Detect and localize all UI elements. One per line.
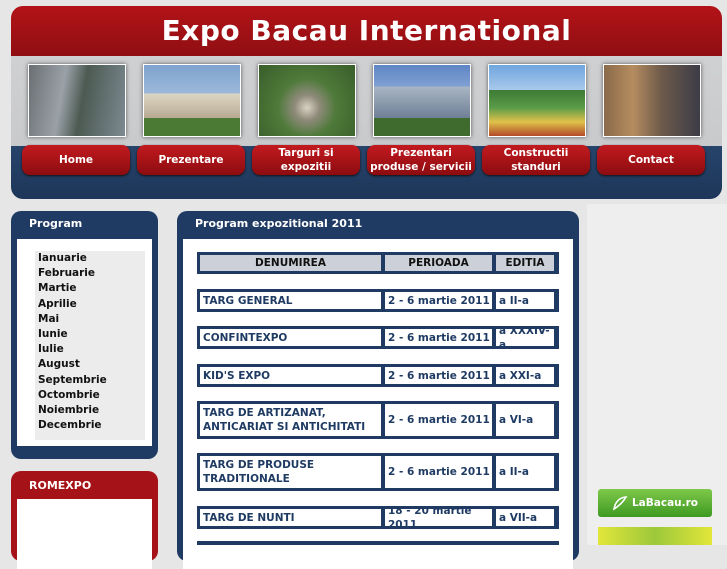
month-link[interactable]: Ianuarie	[35, 251, 145, 266]
event-edition: a XXI-a	[495, 366, 555, 385]
event-edition: a II-a	[495, 291, 555, 310]
nav-prezentare-button[interactable]: Prezentare	[137, 145, 245, 175]
header-denumirea: DENUMIREA	[199, 254, 382, 272]
table-header-row: DENUMIREA PERIOADA EDITIA	[197, 252, 559, 274]
nav-targuri-label: Targuri si expozitii	[278, 147, 334, 173]
event-name: KID'S EXPO	[199, 366, 382, 385]
leaf-icon	[612, 496, 628, 511]
program-panel: Program expozitional Ianuarie Februarie …	[11, 211, 158, 459]
header-perioada: PERIOADA	[384, 254, 493, 272]
main-panel-title: Program expozitional 2011	[195, 217, 363, 230]
month-link[interactable]: Octombrie	[35, 388, 145, 403]
table-next-row-edge	[197, 541, 559, 545]
event-period: 18 - 20 martie 2011	[384, 505, 493, 531]
nav-contact-label: Contact	[628, 154, 674, 166]
event-edition: a II-a	[495, 455, 555, 489]
park-aerial-photo[interactable]	[258, 64, 356, 137]
event-period: 2 - 6 martie 2011	[384, 328, 493, 347]
table-row[interactable]: TARG GENERAL 2 - 6 martie 2011 a II-a	[197, 289, 559, 312]
event-name: TARG DE ARTIZANAT, ANTICARIAT SI ANTICHI…	[199, 403, 382, 437]
event-name: TARG GENERAL	[199, 291, 382, 310]
month-link[interactable]: Septembrie	[35, 373, 145, 388]
month-link[interactable]: Noiembrie	[35, 403, 145, 418]
conference-room-photo[interactable]	[603, 64, 701, 137]
event-period: 2 - 6 martie 2011	[384, 403, 493, 437]
event-edition: a VII-a	[495, 508, 555, 527]
table-row[interactable]: CONFINTEXPO 2 - 6 martie 2011 a XXXIV-a	[197, 325, 559, 351]
nav-constructii-button[interactable]: Constructii standuri	[482, 145, 590, 175]
event-edition: a XXXIV-a	[495, 325, 555, 351]
site-header: Expo Bacau International Home Prezentare…	[11, 6, 722, 199]
city-aerial-photo[interactable]	[28, 64, 126, 137]
nav-prezentari-button[interactable]: Prezentari produse / servicii	[367, 145, 475, 175]
romexpo-panel-title: ROMEXPO	[29, 479, 92, 492]
romexpo-panel-body	[17, 499, 152, 569]
event-period: 2 - 6 martie 2011	[384, 455, 493, 489]
event-name: TARG DE NUNTI	[199, 508, 382, 527]
program-panel-title: Program expozitional	[29, 217, 105, 256]
table-row[interactable]: KID'S EXPO 2 - 6 martie 2011 a XXI-a	[197, 364, 559, 387]
nav-contact-button[interactable]: Contact	[597, 145, 705, 175]
office-building-photo[interactable]	[373, 64, 471, 137]
palace-photo[interactable]	[143, 64, 241, 137]
event-period: 2 - 6 martie 2011	[384, 291, 493, 310]
nav-home-label: Home	[58, 154, 94, 166]
banner-ad[interactable]	[598, 527, 712, 545]
month-link[interactable]: Mai	[35, 312, 145, 327]
month-list: Ianuarie Februarie Martie Aprilie Mai Iu…	[35, 251, 145, 440]
event-name: TARG DE PRODUSE TRADITIONALE	[199, 455, 382, 489]
header-editia: EDITIA	[495, 254, 555, 272]
nav-prezentare-label: Prezentare	[158, 154, 224, 166]
table-row[interactable]: TARG DE ARTIZANAT, ANTICARIAT SI ANTICHI…	[197, 401, 559, 439]
nav-home-button[interactable]: Home	[22, 145, 130, 175]
nav-prezentari-label: Prezentari produse / servicii	[370, 147, 472, 173]
event-edition: a VI-a	[495, 403, 555, 437]
event-name: CONFINTEXPO	[199, 328, 382, 347]
nav-constructii-label: Constructii standuri	[503, 147, 569, 173]
month-link[interactable]: Aprilie	[35, 297, 145, 312]
nav-targuri-button[interactable]: Targuri si expozitii	[252, 145, 360, 175]
romexpo-panel: ROMEXPO	[11, 471, 158, 569]
program-panel-body: Ianuarie Februarie Martie Aprilie Mai Iu…	[17, 239, 152, 446]
table-row[interactable]: TARG DE PRODUSE TRADITIONALE 2 - 6 marti…	[197, 453, 559, 491]
month-link[interactable]: Martie	[35, 281, 145, 296]
month-link[interactable]: Iulie	[35, 342, 145, 357]
labacau-ad[interactable]: LaBacau.ro	[598, 489, 712, 517]
table-row[interactable]: TARG DE NUNTI 18 - 20 martie 2011 a VII-…	[197, 505, 559, 531]
month-link[interactable]: Februarie	[35, 266, 145, 281]
fountain-garden-photo[interactable]	[488, 64, 586, 137]
month-link[interactable]: Decembrie	[35, 418, 145, 433]
month-link[interactable]: August	[35, 357, 145, 372]
site-title: Expo Bacau International	[161, 14, 572, 47]
ads-column: LaBacau.ro	[587, 204, 727, 545]
labacau-label: LaBacau.ro	[631, 497, 699, 509]
month-link[interactable]: Iunie	[35, 327, 145, 342]
event-period: 2 - 6 martie 2011	[384, 366, 493, 385]
